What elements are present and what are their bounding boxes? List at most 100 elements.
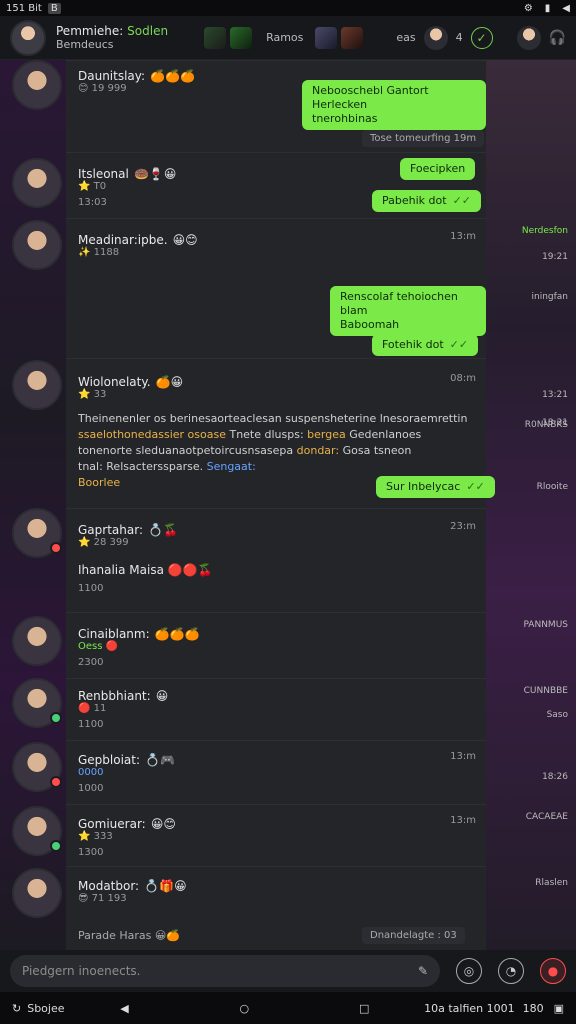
gauge-button[interactable]: ◔ <box>498 958 524 984</box>
avatar[interactable] <box>12 360 62 410</box>
avatar[interactable] <box>516 25 541 50</box>
thread-row[interactable]: Renbbhiant: 😀 🔴 11 1100 <box>66 678 486 740</box>
media-thumb-4[interactable] <box>341 26 364 49</box>
media-thumb-3[interactable] <box>315 26 338 49</box>
avatar[interactable] <box>12 220 62 270</box>
right-label: 18:26 <box>542 772 568 782</box>
right-label: Rlaslen <box>535 878 568 888</box>
message-text: Baboomah <box>340 318 400 331</box>
thread-subtitle: Ihanalia Maisa <box>78 563 164 577</box>
thread-meta: 71 193 <box>91 893 127 904</box>
header-title[interactable]: Pemmiehe: Sodlen Bemdeucs <box>56 24 168 52</box>
thread-name: Gomiuerar: <box>78 817 146 831</box>
outgoing-message[interactable]: Renscolaf tehoiochen blam Baboomah <box>330 286 486 336</box>
preview-line: Gosa tsneon <box>342 444 412 457</box>
notification-dot <box>50 776 62 788</box>
chat-list: Nerdesfon 19:21 iningfan 13:21 18:31 R0N… <box>0 60 576 950</box>
thread-row[interactable]: Gomiuerar: 😀😊 ⭐ 333 1300 13:m <box>66 804 486 866</box>
nav-right-label-2: 180 <box>522 1001 544 1015</box>
smile-icon: 😊 <box>78 83 89 94</box>
read-tick-icon: ✓✓ <box>466 480 485 493</box>
thread-emojis: 🍊🍊🍊 <box>154 627 200 641</box>
right-label: CACAEAE <box>525 812 568 822</box>
avatar[interactable] <box>12 508 62 558</box>
thread-meta: 19 999 <box>91 83 127 94</box>
header-tab-2[interactable]: eas <box>396 31 415 44</box>
back-icon[interactable]: ◀ <box>65 1002 185 1015</box>
nav-left-icon[interactable]: ↻ <box>12 1002 21 1015</box>
check-icon[interactable]: ✓ <box>470 26 493 49</box>
avatar[interactable] <box>423 25 448 50</box>
settings-icon: ⚙ <box>523 2 533 14</box>
thread-time: 1300 <box>78 847 104 858</box>
pen-icon[interactable]: ✎ <box>418 964 428 978</box>
right-label: CUNNBBE <box>523 686 568 696</box>
message-composer: Piedgern inoenects. ✎ ◎ ◔ ● <box>0 950 576 992</box>
thread-meta: 0000 <box>78 767 104 778</box>
thread-name: Cinaiblanm: <box>78 627 150 641</box>
right-label: PANNMUS <box>523 620 568 630</box>
preview-line: dondar: <box>296 444 340 457</box>
right-label: iningfan <box>531 292 568 302</box>
avatar[interactable] <box>12 616 62 666</box>
thread-meta: 11 <box>93 703 107 714</box>
mic-button[interactable]: ● <box>540 958 566 984</box>
read-tick-icon: ✓✓ <box>449 338 469 351</box>
screenshot-icon[interactable]: ▣ <box>554 1002 564 1015</box>
preview-line: ssaelothonedassier osoase <box>78 428 226 441</box>
preview-line: Tnete dlusps: <box>229 428 304 441</box>
outgoing-message[interactable]: Nebooschebl Gantort Herlecken tnerohbina… <box>302 80 486 130</box>
outgoing-message[interactable]: Sur Inbelycac ✓✓ <box>376 476 495 498</box>
avatar[interactable] <box>12 60 62 110</box>
home-icon[interactable]: ○ <box>184 1002 304 1015</box>
camera-button[interactable]: ◎ <box>456 958 482 984</box>
avatar[interactable] <box>12 158 62 208</box>
recents-icon[interactable]: □ <box>304 1002 424 1015</box>
thread-meta: 1188 <box>93 247 120 258</box>
message-text: Fotehik dot <box>382 338 444 351</box>
thread-name: Daunitslay: <box>78 69 146 83</box>
avatar[interactable] <box>12 678 62 728</box>
thread-time: 1100 <box>78 583 104 594</box>
outgoing-message[interactable]: Pabehik dot ✓✓ <box>372 190 481 212</box>
thread-row[interactable]: Gepbloiat: 💍🎮 0000 1000 13:m <box>66 740 486 804</box>
outgoing-message[interactable]: Fotehik dot ✓✓ <box>372 334 479 356</box>
thread-name: Meadinar:ipbe. <box>78 233 168 247</box>
avatar[interactable] <box>12 742 62 792</box>
header-tab[interactable]: Ramos <box>266 31 303 44</box>
thread-name: Wiolonelaty. <box>78 375 151 389</box>
thread-emojis: 😀😊 <box>150 817 176 831</box>
headset-icon[interactable]: 🎧 <box>549 30 566 46</box>
avatar[interactable] <box>10 19 46 56</box>
thread-time: 1100 <box>78 719 104 730</box>
preview-line: Sengaat: <box>206 460 256 473</box>
thread-emojis: 💍🎁😀 <box>144 879 187 893</box>
thread-time: 23:m <box>450 521 476 532</box>
notification-dot <box>50 542 62 554</box>
avatar[interactable] <box>12 806 62 856</box>
thread-time: 1000 <box>78 783 104 794</box>
thread-time: 13:m <box>450 231 476 242</box>
thread-row[interactable]: Modatbor: 💍🎁😀 😎 71 193 Parade Haras 😀🍊 D… <box>66 866 486 950</box>
thread-row[interactable]: Gaprtahar: 💍🍒 ⭐ 28 399 23:m Ihanalia Mai… <box>66 508 486 612</box>
outgoing-message[interactable]: Foecipken <box>400 158 476 180</box>
thread-name: Modatbor: <box>78 879 140 893</box>
chat-header: Pemmiehe: Sodlen Bemdeucs Ramos eas 4 ✓ … <box>0 16 576 60</box>
thread-name: Gepbloiat: <box>78 753 141 767</box>
message-text: tnerohbinas <box>312 112 378 125</box>
message-text: Sur Inbelycac <box>386 480 461 493</box>
timestamp-pill: Dnandelagte : 03 <box>362 927 465 944</box>
right-label: Rlooite <box>536 482 568 492</box>
thread-emojis: 🍩🍷😀 <box>133 167 177 181</box>
thread-time: 2300 <box>78 657 104 668</box>
thread-row[interactable]: Cinaiblanm: 🍊🍊🍊 Oess 🔴 2300 <box>66 612 486 678</box>
preview-line: Boorlee <box>78 476 121 489</box>
media-thumb-2[interactable] <box>230 26 253 49</box>
read-tick-icon: ✓✓ <box>452 194 471 207</box>
preview-line: Gedenlanoes <box>349 428 422 441</box>
avatar[interactable] <box>12 868 62 918</box>
thread-emojis: 💍🎮 <box>145 753 176 767</box>
thread-emojis: 💍🍒 <box>148 523 178 537</box>
message-input[interactable]: Piedgern inoenects. ✎ <box>10 955 440 987</box>
media-thumb-1[interactable] <box>204 26 227 49</box>
